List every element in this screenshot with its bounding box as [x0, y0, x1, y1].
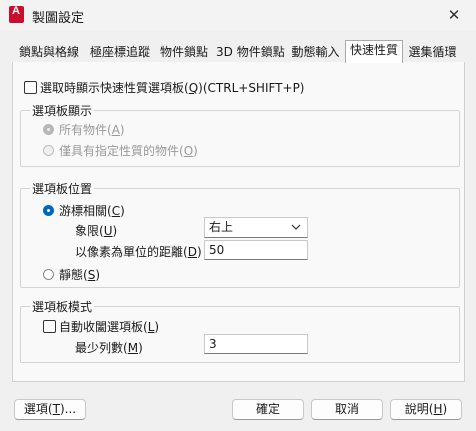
- ok-button[interactable]: 確定: [232, 399, 304, 420]
- palette-display-legend: 選項板顯示: [30, 102, 95, 119]
- tab-quick-properties[interactable]: 快速性質: [345, 40, 403, 63]
- auto-collapse-label[interactable]: 自動收闔選項板(L): [59, 318, 159, 335]
- quadrant-label: 象限(U): [75, 224, 118, 238]
- close-button[interactable]: ✕: [440, 4, 468, 26]
- autocad-app-icon: [9, 5, 24, 23]
- cursor-dependent-label[interactable]: 游標相關(C): [59, 202, 125, 219]
- min-rows-label: 最少列數(M): [75, 341, 143, 355]
- min-rows-input[interactable]: 3: [204, 334, 308, 354]
- distance-input[interactable]: 50: [204, 240, 308, 260]
- static-label[interactable]: 靜態(S): [59, 266, 100, 283]
- quadrant-value: 右上: [209, 220, 234, 234]
- tab-polar-tracking[interactable]: 極座標追蹤: [87, 43, 153, 62]
- show-on-select-checkbox[interactable]: [24, 81, 37, 94]
- distance-label: 以像素為單位的距離(D): [75, 245, 202, 259]
- palette-behavior-legend: 選項板模式: [30, 298, 95, 315]
- auto-collapse-checkbox[interactable]: [43, 320, 56, 333]
- static-radio[interactable]: [43, 269, 54, 280]
- options-button[interactable]: 選項(T)...: [14, 399, 86, 420]
- tab-snap-and-grid[interactable]: 鎖點與格線: [16, 43, 82, 62]
- tab-dynamic-input[interactable]: 動態輸入: [289, 43, 342, 62]
- palette-location-legend: 選項板位置: [30, 180, 95, 197]
- tab-3d-object-snap[interactable]: 3D 物件鎖點: [216, 43, 285, 62]
- show-on-select-label[interactable]: 選取時顯示快速性質選項板(Q)(CTRL+SHIFT+P): [40, 79, 305, 96]
- cancel-button[interactable]: 取消: [311, 399, 383, 420]
- specified-properties-radio[interactable]: [43, 145, 54, 156]
- all-objects-radio[interactable]: [43, 124, 54, 135]
- chevron-down-icon: [291, 224, 301, 230]
- specified-properties-label[interactable]: 僅具有指定性質的物件(O): [59, 142, 198, 159]
- tab-selection-cycling[interactable]: 選集循環: [405, 43, 460, 62]
- window-title: 製圖設定: [32, 11, 85, 26]
- cursor-dependent-radio[interactable]: [43, 205, 54, 216]
- all-objects-label[interactable]: 所有物件(A): [59, 121, 125, 138]
- tab-object-snap[interactable]: 物件鎖點: [157, 43, 211, 62]
- help-button[interactable]: 說明(H): [390, 399, 462, 420]
